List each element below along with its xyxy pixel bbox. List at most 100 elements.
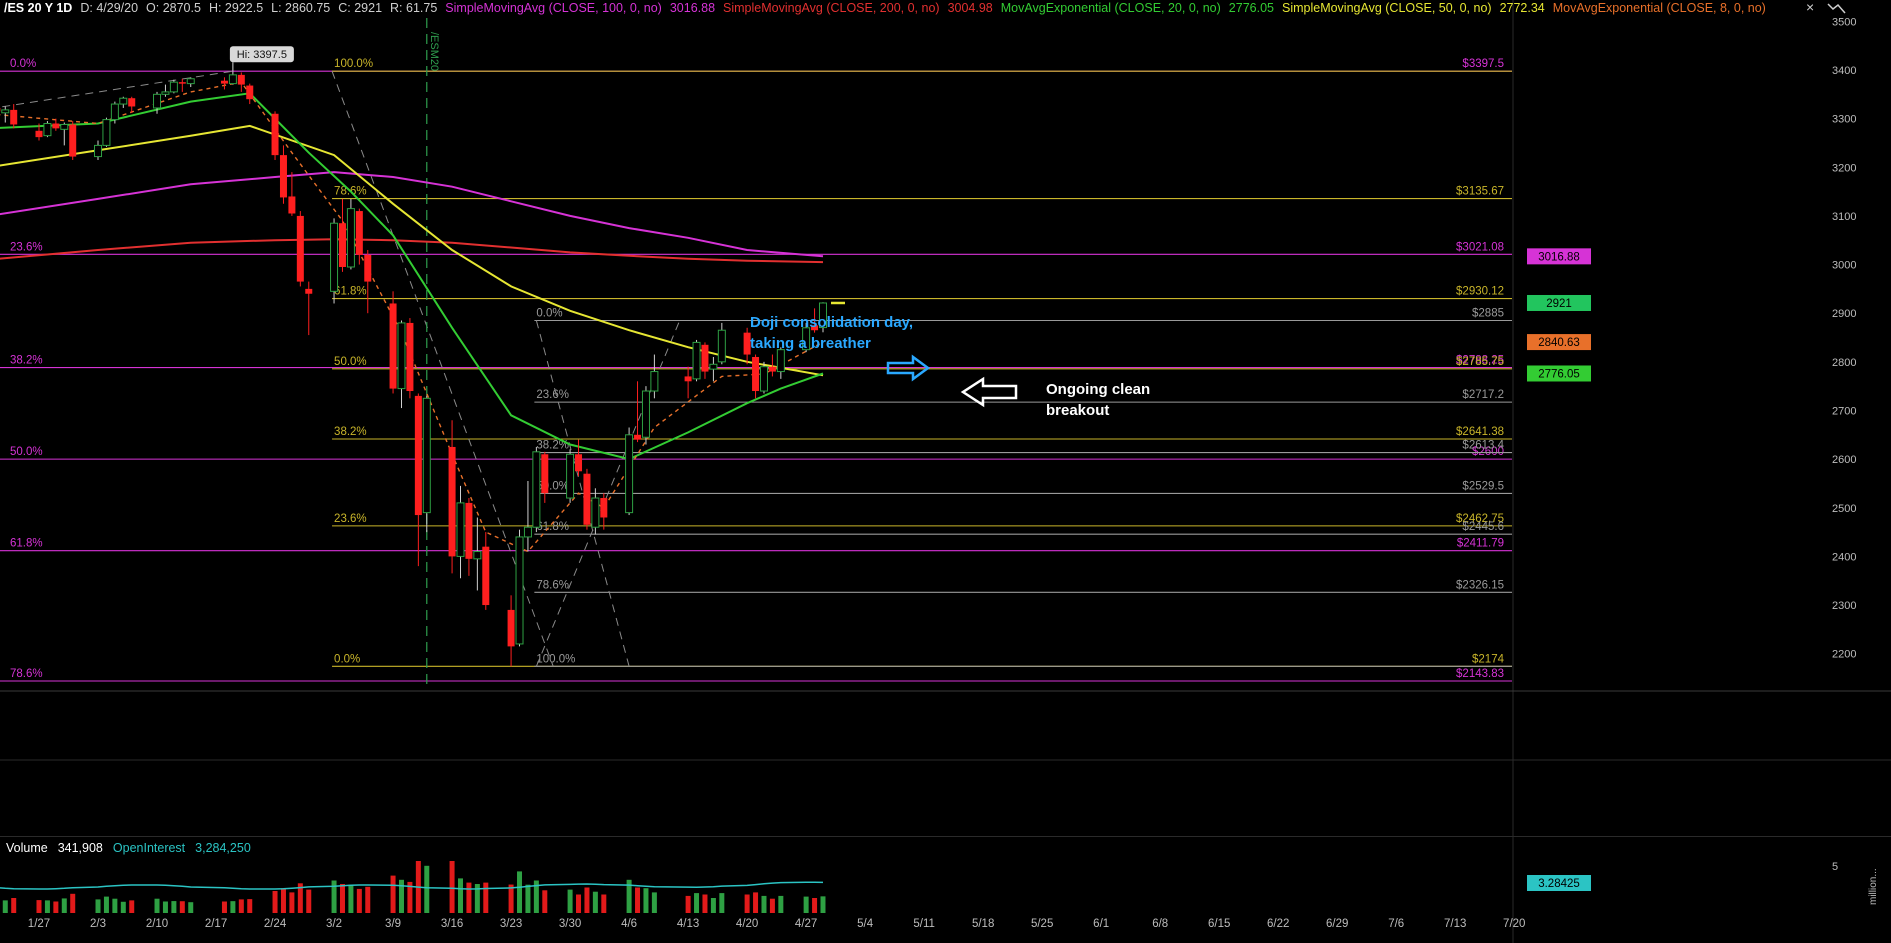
- volume-bar: [61, 898, 67, 913]
- x-tick-label: 7/13: [1444, 918, 1466, 930]
- fib-price-label: $3135.67: [1456, 186, 1504, 198]
- x-tick-label: 2/17: [205, 918, 227, 930]
- volume-bar: [188, 902, 194, 913]
- y-tick-label: 2200: [1832, 649, 1856, 661]
- volume-bar: [36, 900, 42, 913]
- candle-body-up: [153, 93, 162, 109]
- candle-body-down: [128, 98, 136, 107]
- study-label: MovAvgExponential (CLOSE, 8, 0, no): [1553, 1, 1766, 15]
- candle-body-down: [406, 322, 414, 392]
- price-chart[interactable]: 0.0% $3397.523.6% $3021.0838.2% $2788.2550.…: [0, 0, 1891, 943]
- ohlc-value: R: 61.75: [390, 1, 437, 15]
- candle-body-up: [717, 329, 726, 363]
- fib-price-label: $3397.5: [1462, 58, 1504, 70]
- volume-bar: [44, 900, 50, 913]
- volume-bar: [643, 888, 649, 913]
- fib-ratio-label: 100.0%: [536, 653, 575, 665]
- candle-body-up: [169, 81, 178, 93]
- volume-bar: [466, 882, 472, 913]
- fib-ratio-label: 0.0%: [334, 653, 360, 665]
- price-badge-label: 3016.88: [1538, 251, 1580, 263]
- candle-body-up: [43, 123, 52, 137]
- y-tick-label: 2900: [1832, 308, 1856, 320]
- candle-body-up: [523, 526, 532, 538]
- volume-bar: [702, 894, 708, 913]
- candle-body-down: [507, 609, 515, 647]
- fib-ratio-label: 61.8%: [334, 286, 367, 298]
- volume-bar: [70, 893, 76, 913]
- volume-bar: [179, 901, 185, 913]
- candle-body-down: [414, 395, 422, 516]
- expiry-label: /ESM20: [428, 32, 440, 71]
- candle-body-down: [305, 288, 313, 294]
- volume-bar: [162, 901, 168, 913]
- volume-axis-tick: 5: [1832, 861, 1838, 873]
- y-tick-label: 2600: [1832, 454, 1856, 466]
- study-label: SimpleMovingAvg (CLOSE, 200, 0, no): [723, 1, 940, 15]
- volume-bar: [339, 884, 345, 913]
- fib-price-label: $2445.6: [1462, 521, 1504, 533]
- oi-badge-label: 3.28425: [1538, 878, 1580, 890]
- volume-bar: [230, 901, 236, 913]
- volume-bar: [2, 900, 8, 913]
- x-tick-label: 3/16: [441, 918, 463, 930]
- candle-body-up: [641, 390, 650, 438]
- volume-bar: [635, 887, 641, 913]
- candle-body-down: [35, 130, 43, 138]
- y-tick-label: 3400: [1832, 65, 1856, 77]
- candle-body-down: [178, 82, 186, 84]
- y-tick-label: 3200: [1832, 162, 1856, 174]
- volume-bar: [348, 884, 354, 913]
- x-tick-label: 5/4: [857, 918, 874, 930]
- price-badge-label: 2840.63: [1538, 337, 1580, 349]
- volume-bar: [483, 882, 489, 913]
- fib-price-label: $2174: [1472, 653, 1505, 665]
- study-label: SimpleMovingAvg (CLOSE, 100, 0, no): [445, 1, 662, 15]
- volume-bar: [820, 896, 826, 913]
- volume-bar: [601, 894, 607, 913]
- volume-bar: [576, 894, 582, 913]
- candle-body-down: [541, 454, 549, 494]
- study-value: 2776.05: [1229, 1, 1274, 15]
- candle-body-down: [600, 498, 608, 518]
- y-tick-label: 2700: [1832, 405, 1856, 417]
- candle-body-up: [776, 349, 785, 373]
- volume-bar: [11, 898, 17, 913]
- candle-body-up: [330, 222, 339, 292]
- x-tick-label: 5/25: [1031, 918, 1053, 930]
- candle-body-down: [684, 376, 692, 382]
- fib-ratio-label: 23.6%: [10, 241, 43, 253]
- volume-bar: [508, 884, 514, 913]
- y-tick-label: 2400: [1832, 551, 1856, 563]
- x-tick-label: 6/29: [1326, 918, 1348, 930]
- fib-price-label: $2930.12: [1456, 286, 1504, 298]
- candle-body-down: [701, 344, 709, 372]
- candle-body-down: [575, 454, 583, 472]
- y-tick-label: 3100: [1832, 211, 1856, 223]
- y-tick-label: 3300: [1832, 114, 1856, 126]
- fib-price-label: $2411.79: [1457, 538, 1504, 550]
- study-label: MovAvgExponential (CLOSE, 20, 0, no): [1001, 1, 1221, 15]
- volume-bar: [761, 895, 767, 913]
- y-tick-label: 3000: [1832, 260, 1856, 272]
- candle-body-down: [279, 155, 287, 198]
- fib-price-label: $2885: [1472, 307, 1504, 319]
- candle-body-up: [591, 497, 600, 528]
- candle-body-down: [768, 366, 776, 372]
- annotation-doji-text: taking a breather: [750, 335, 871, 352]
- volume-bar: [306, 889, 312, 913]
- x-tick-label: 3/2: [326, 918, 342, 930]
- candle-body-up: [625, 434, 634, 514]
- fib-price-label: $3021.08: [1456, 241, 1504, 253]
- volume-bar: [120, 901, 126, 913]
- candle-body-down: [482, 546, 490, 606]
- fib-ratio-label: 50.0%: [10, 446, 43, 458]
- x-tick-label: 2/24: [264, 918, 287, 930]
- x-tick-label: 3/23: [500, 918, 522, 930]
- volume-bar: [517, 871, 523, 913]
- volume-bar: [449, 861, 455, 913]
- volume-bar: [592, 891, 598, 913]
- annotation-breakout-text: Ongoing clean: [1046, 381, 1150, 398]
- candle-body-down: [220, 80, 228, 84]
- candle-body-down: [752, 356, 760, 392]
